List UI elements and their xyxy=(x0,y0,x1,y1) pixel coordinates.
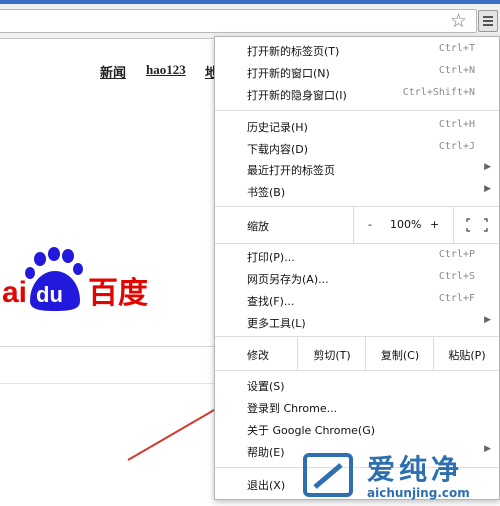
menu-item-more-tools[interactable]: 更多工具(L) ▶ xyxy=(215,311,499,333)
copy-button[interactable]: 复制(C) xyxy=(365,337,434,370)
fullscreen-button[interactable] xyxy=(453,207,500,243)
cut-button[interactable]: 剪切(T) xyxy=(297,337,366,370)
menu-item-history[interactable]: 历史记录(H) Ctrl+H xyxy=(215,115,499,137)
menu-item-bookmarks[interactable]: 书签(B) ▶ xyxy=(215,180,499,202)
menu-separator xyxy=(215,370,499,371)
menu-item-about[interactable]: 关于 Google Chrome(G) xyxy=(215,418,499,440)
menu-item-find[interactable]: 查找(F)... Ctrl+F xyxy=(215,289,499,311)
aichunjing-watermark: 爱纯净 aichunjing.com xyxy=(303,448,493,504)
zoom-in-button[interactable]: + xyxy=(430,218,439,231)
paste-button[interactable]: 粘贴(P) xyxy=(433,337,500,370)
menu-item-sign-in[interactable]: 登录到 Chrome... xyxy=(215,396,499,418)
submenu-arrow-icon: ▶ xyxy=(484,162,491,172)
zoom-out-button[interactable]: - xyxy=(368,218,372,231)
fullscreen-icon xyxy=(466,218,488,232)
menu-item-settings[interactable]: 设置(S) xyxy=(215,374,499,396)
menu-zoom-row: 缩放 - 100% + xyxy=(215,207,499,243)
watermark-logo-icon xyxy=(303,453,353,497)
menu-edit-row: 修改 剪切(T) 复制(C) 粘贴(P) xyxy=(215,337,499,370)
watermark-title: 爱纯净 xyxy=(367,453,464,486)
menu-separator xyxy=(215,243,499,244)
submenu-arrow-icon: ▶ xyxy=(484,315,491,325)
zoom-label: 缩放 xyxy=(247,220,269,233)
menu-item-downloads[interactable]: 下载内容(D) Ctrl+J xyxy=(215,137,499,159)
watermark-url: aichunjing.com xyxy=(367,486,470,500)
menu-item-new-window[interactable]: 打开新的窗口(N) Ctrl+N xyxy=(215,61,499,83)
menu-item-recent-tabs[interactable]: 最近打开的标签页 ▶ xyxy=(215,158,499,180)
chrome-main-menu: 打开新的标签页(T) Ctrl+T 打开新的窗口(N) Ctrl+N 打开新的隐身窗… xyxy=(214,36,500,500)
menu-item-new-tab[interactable]: 打开新的标签页(T) Ctrl+T xyxy=(215,39,499,61)
edit-label: 修改 xyxy=(247,349,269,362)
zoom-value: 100% xyxy=(390,218,422,231)
submenu-arrow-icon: ▶ xyxy=(484,184,491,194)
menu-item-new-incognito[interactable]: 打开新的隐身窗口(I) Ctrl+Shift+N xyxy=(215,83,499,105)
menu-item-print[interactable]: 打印(P)... Ctrl+P xyxy=(215,245,499,267)
menu-separator xyxy=(215,110,499,111)
zoom-controls: - 100% + xyxy=(353,207,454,243)
menu-item-save-page[interactable]: 网页另存为(A)... Ctrl+S xyxy=(215,267,499,289)
